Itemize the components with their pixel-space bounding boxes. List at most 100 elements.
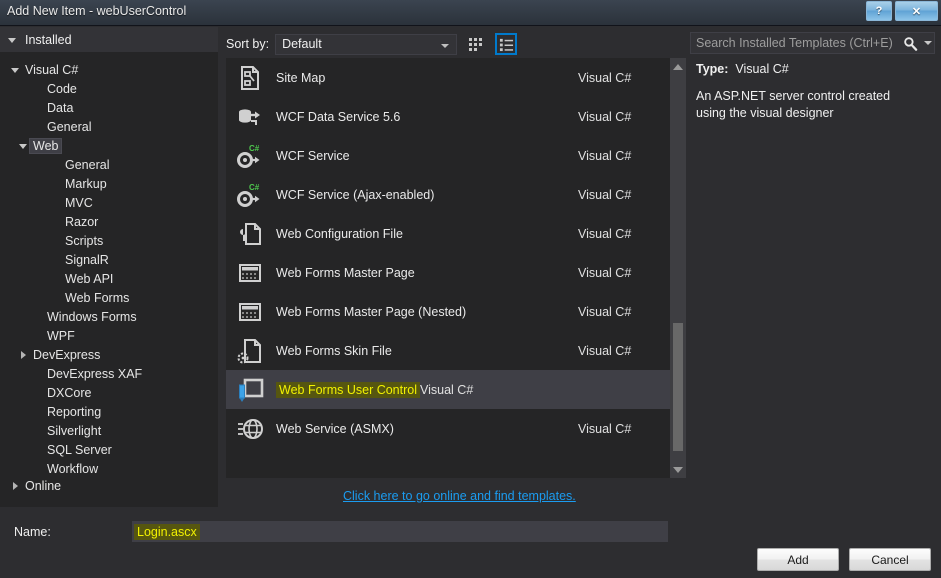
master-page-icon [239, 263, 261, 282]
tree-node-visual-c-[interactable]: Visual C# [0, 60, 218, 79]
list-item[interactable]: Web Forms Master Page (Nested) Visual C# [226, 292, 670, 331]
list-view-icon [499, 38, 513, 51]
add-button[interactable]: Add [757, 548, 839, 571]
tree-node-label: SignalR [65, 252, 109, 267]
list-item[interactable]: C# WCF Service (Ajax-enabled) Visual C# [226, 175, 670, 214]
list-item[interactable]: C# WCF Service Visual C# [226, 136, 670, 175]
title-bar: Add New Item - webUserControl ? ✕ [0, 0, 941, 26]
list-item-name: Web Configuration File [276, 226, 403, 241]
tree-node-label: WPF [47, 328, 75, 343]
list-item[interactable]: Site Map Visual C# [226, 58, 670, 97]
tree-node-label: General [65, 157, 110, 172]
tree-node-code[interactable]: Code [0, 79, 218, 98]
help-button[interactable]: ? [866, 1, 892, 21]
tree-node-data[interactable]: Data [0, 98, 218, 117]
list-item[interactable]: Web Configuration File Visual C# [226, 214, 670, 253]
list-item[interactable]: Web Forms User Control Visual C# [226, 370, 670, 409]
chevron-up-icon [673, 63, 683, 70]
find-templates-online-link[interactable]: Click here to go online and find templat… [343, 489, 576, 503]
name-input[interactable]: Login.ascx [132, 521, 668, 542]
window-buttons: ? ✕ [866, 1, 938, 21]
list-item[interactable]: Web Forms Master Page Visual C# [226, 253, 670, 292]
tree-node-general[interactable]: General [0, 155, 218, 174]
web-config-file-icon [234, 219, 266, 249]
tree-node-online[interactable]: Online [0, 476, 218, 495]
wcf-service-icon: C# [237, 144, 260, 168]
search-icon [903, 36, 917, 51]
tree-node-label: DXCore [47, 385, 92, 400]
tiles-view-button[interactable] [465, 33, 487, 55]
list-item[interactable]: Web Service (ASMX) Visual C# [226, 409, 670, 448]
sort-by-select[interactable]: Default [275, 33, 458, 55]
list-item-name: WCF Data Service 5.6 [276, 109, 401, 124]
tree-node-label: Workflow [47, 461, 99, 476]
tree-node-devexpress-xaf[interactable]: DevExpress XAF [0, 364, 218, 383]
web-config-file-icon [240, 222, 261, 245]
scrollbar-thumb[interactable] [673, 323, 683, 451]
search-dropdown-button[interactable] [922, 41, 934, 45]
tree-node-label: Windows Forms [47, 309, 137, 324]
tree-node-label: Data [47, 100, 74, 115]
chevron-down-icon [16, 143, 30, 149]
tree-node-windows-forms[interactable]: Windows Forms [0, 307, 218, 326]
tree-node-wpf[interactable]: WPF [0, 326, 218, 345]
list-item-language: Visual C# [578, 265, 632, 280]
cancel-button[interactable]: Cancel [849, 548, 931, 571]
list-item-name: Web Forms Skin File [276, 343, 392, 358]
preview-type-label: Type: [696, 62, 729, 76]
chevron-down-icon [8, 38, 16, 43]
web-service-icon [234, 414, 266, 444]
list-item-language: Visual C# [578, 226, 632, 241]
list-item-language: Visual C# [578, 148, 632, 163]
tree-node-scripts[interactable]: Scripts [0, 231, 218, 250]
tree-node-razor[interactable]: Razor [0, 212, 218, 231]
tree-node-mvc[interactable]: MVC [0, 193, 218, 212]
sitemap-file-icon [234, 63, 266, 93]
tree-node-web[interactable]: Web [0, 136, 218, 155]
list-item-language: Visual C# [578, 109, 632, 124]
list-item[interactable]: WCF Data Service 5.6 Visual C# [226, 97, 670, 136]
window-title: Add New Item - webUserControl [7, 4, 187, 18]
tree-node-reporting[interactable]: Reporting [0, 402, 218, 421]
chevron-down-icon [8, 67, 22, 73]
templates-scrollbar[interactable] [670, 58, 686, 478]
dialog-buttons: Add Cancel [757, 548, 931, 571]
wcf-data-service-icon [234, 102, 266, 132]
installed-header[interactable]: Installed [0, 27, 218, 52]
search-button[interactable] [898, 36, 922, 51]
scroll-up-button[interactable] [670, 58, 686, 75]
templates-list: Site Map Visual C# WCF Data Service 5.6 Vis… [226, 58, 686, 478]
preview-type-value: Visual C# [735, 62, 789, 76]
tree-node-silverlight[interactable]: Silverlight [0, 421, 218, 440]
tree-node-signalr[interactable]: SignalR [0, 250, 218, 269]
list-item-language: Visual C# [578, 343, 632, 358]
tree-node-general[interactable]: General [0, 117, 218, 136]
tree-node-sql-server[interactable]: SQL Server [0, 440, 218, 459]
list-item-name: WCF Service [276, 148, 350, 163]
tree-node-web-api[interactable]: Web API [0, 269, 218, 288]
master-page-icon [234, 258, 266, 288]
master-page-icon [239, 302, 261, 321]
tree-node-dxcore[interactable]: DXCore [0, 383, 218, 402]
category-tree: Visual C# Code Data General Web General Markup… [0, 52, 218, 478]
scroll-down-button[interactable] [670, 461, 686, 478]
tree-node-devexpress[interactable]: DevExpress [0, 345, 218, 364]
tree-node-label: Scripts [65, 233, 104, 248]
chevron-down-icon [441, 43, 450, 48]
search-box[interactable] [690, 32, 935, 54]
list-view-button[interactable] [495, 33, 518, 55]
categories-panel: Installed Visual C# Code Data General Web Gen… [0, 27, 218, 507]
tree-node-label: Online [25, 478, 62, 493]
list-item[interactable]: Web Forms Skin File Visual C# [226, 331, 670, 370]
tree-node-markup[interactable]: Markup [0, 174, 218, 193]
list-item-language: Visual C# [578, 70, 632, 85]
name-input-value: Login.ascx [134, 523, 200, 540]
close-button[interactable]: ✕ [895, 1, 938, 21]
search-input[interactable] [691, 35, 898, 51]
tree-node-label: DevExpress XAF [47, 366, 143, 381]
tree-node-label: SQL Server [47, 442, 112, 457]
tree-node-label: Markup [65, 176, 107, 191]
tiles-view-icon [469, 38, 483, 51]
tree-node-web-forms[interactable]: Web Forms [0, 288, 218, 307]
installed-header-label: Installed [25, 32, 72, 47]
